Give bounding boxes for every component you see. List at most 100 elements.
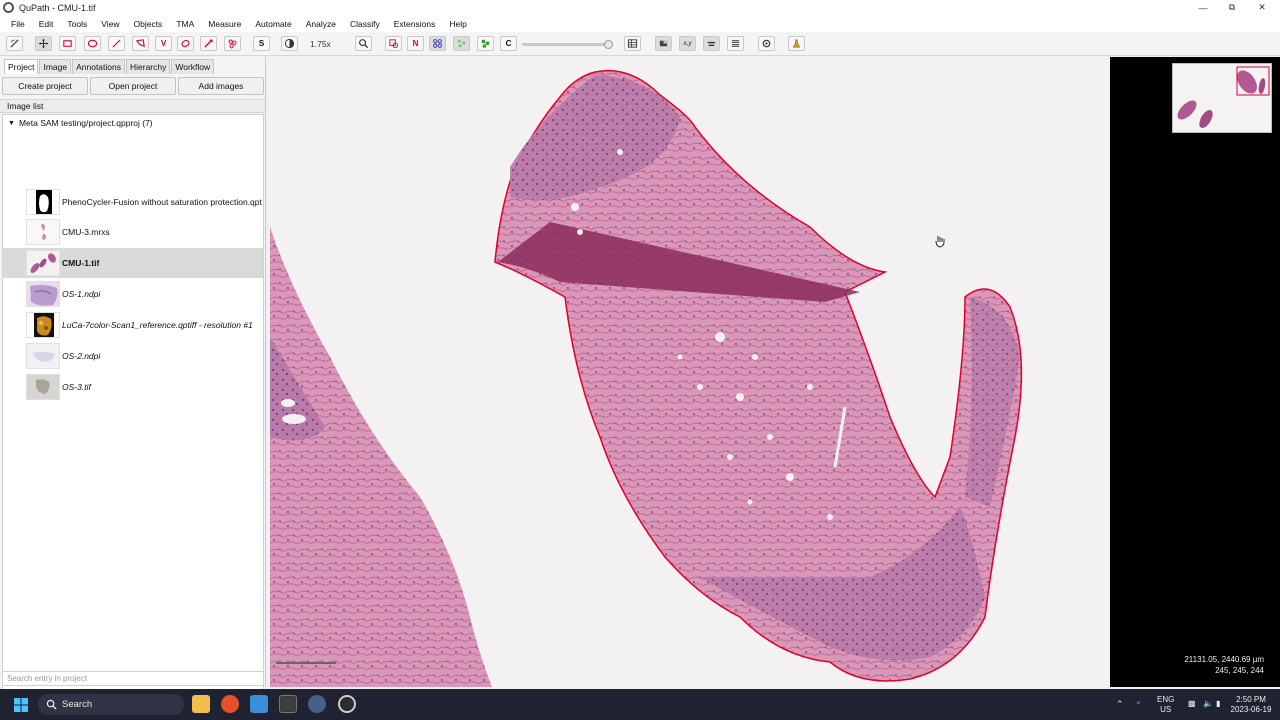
minimize-button[interactable]: — — [1187, 0, 1219, 15]
taskbar-search-label: Search — [62, 699, 93, 710]
menu-extensions[interactable]: Extensions — [387, 19, 443, 29]
menu-analyze[interactable]: Analyze — [299, 19, 343, 29]
show-names-button[interactable]: N — [407, 36, 424, 51]
wand-tool-button[interactable] — [200, 36, 217, 51]
menu-classify[interactable]: Classify — [343, 19, 387, 29]
clock[interactable]: 2:50 PM 2023-06-19 — [1226, 695, 1276, 715]
ellipse-tool-button[interactable] — [84, 36, 101, 51]
list-item[interactable]: OS-1.ndpi — [3, 279, 263, 309]
network-icon[interactable]: ▩ — [1188, 699, 1196, 709]
show-location-button[interactable]: x,y — [679, 36, 696, 51]
image-thumbnail — [26, 281, 60, 307]
menu-tma[interactable]: TMA — [169, 19, 201, 29]
volume-icon[interactable]: 🔈 — [1203, 699, 1213, 709]
polygon-tool-button[interactable] — [132, 36, 149, 51]
image-name: CMU-1.tif — [62, 258, 100, 268]
line-tool-button[interactable] — [108, 36, 125, 51]
brightness-contrast-button[interactable] — [281, 36, 298, 51]
show-connections-button[interactable]: C — [500, 36, 517, 51]
fill-detections-icon — [481, 39, 490, 48]
menu-edit[interactable]: Edit — [32, 19, 61, 29]
brush-tool-button[interactable] — [177, 36, 194, 51]
list-item[interactable]: OS-2.ndpi — [3, 341, 263, 371]
table-icon — [627, 39, 638, 48]
menu-tools[interactable]: Tools — [60, 19, 94, 29]
list-item[interactable]: OS-3.tif — [3, 372, 263, 402]
taskbar-search[interactable]: Search — [38, 694, 184, 715]
menu-automate[interactable]: Automate — [248, 19, 298, 29]
selection-mode-button[interactable]: S — [253, 36, 270, 51]
rectangle-tool-button[interactable] — [59, 36, 76, 51]
show-overview-button[interactable] — [655, 36, 672, 51]
detections-icon — [457, 39, 466, 48]
menu-help[interactable]: Help — [442, 19, 473, 29]
qupath-taskbar-icon[interactable] — [308, 695, 326, 713]
menu-view[interactable]: View — [94, 19, 126, 29]
preferences-button[interactable] — [758, 36, 775, 51]
create-project-button[interactable]: Create project — [2, 77, 88, 95]
tray-overflow-icon[interactable]: ⌃ — [1116, 699, 1124, 709]
image-thumbnail — [26, 312, 60, 338]
move-tool-button[interactable] — [35, 36, 52, 51]
maximize-button[interactable]: ⧉ — [1216, 0, 1248, 15]
image-viewer[interactable]: 21131.05, 2440.69 µm 245, 245, 244 — [270, 57, 1280, 687]
show-scalebar-button[interactable] — [703, 36, 720, 51]
show-annotations-button[interactable] — [385, 36, 402, 51]
polyline-tool-button[interactable]: V — [155, 36, 172, 51]
measurement-table-button[interactable] — [624, 36, 641, 51]
tab-hierarchy[interactable]: Hierarchy — [126, 59, 171, 74]
image-list[interactable]: ▼ Meta SAM testing/project.qpproj (7) Ph… — [2, 114, 264, 719]
windows-start-icon[interactable] — [14, 698, 28, 712]
overview-thumbnail[interactable] — [1172, 63, 1272, 133]
expand-triangle-icon[interactable]: ▼ — [8, 120, 15, 127]
wand-icon — [204, 39, 213, 48]
photos-icon[interactable] — [250, 695, 268, 713]
project-name: Meta SAM testing/project.qpproj (7) — [18, 118, 153, 128]
move-icon — [38, 38, 49, 49]
fill-detections-button[interactable] — [477, 36, 494, 51]
obs-recording-icon[interactable] — [338, 695, 356, 713]
menu-measure[interactable]: Measure — [201, 19, 248, 29]
points-icon — [228, 39, 237, 49]
project-node[interactable]: ▼ Meta SAM testing/project.qpproj (7) — [8, 118, 153, 128]
search-icon — [46, 699, 57, 710]
tab-workflow[interactable]: Workflow — [171, 59, 215, 74]
tab-annotations[interactable]: Annotations — [72, 59, 125, 74]
toolbar: V S 1.75x N C x,y — [0, 32, 1280, 56]
log-button[interactable] — [788, 36, 805, 51]
list-item[interactable]: LuCa-7color-Scan1_reference.qptiff - res… — [3, 310, 263, 340]
open-project-button[interactable]: Open project — [90, 77, 176, 95]
show-grid-button[interactable] — [727, 36, 744, 51]
window-title: QuPath - CMU-1.tif — [19, 2, 96, 13]
project-search-input[interactable]: Search entry in project — [2, 671, 264, 686]
magnifier-icon — [359, 39, 369, 49]
list-item[interactable]: PhenoCycler-Fusion without saturation pr… — [3, 187, 263, 217]
tab-image[interactable]: Image — [39, 59, 72, 74]
menu-file[interactable]: File — [4, 19, 32, 29]
slider-knob[interactable] — [604, 40, 613, 49]
add-images-button[interactable]: Add images — [178, 77, 264, 95]
zoom-to-fit-button[interactable] — [355, 36, 372, 51]
points-tool-button[interactable] — [224, 36, 241, 51]
file-explorer-icon[interactable] — [192, 695, 210, 713]
language-indicator[interactable]: ENG US — [1157, 695, 1174, 715]
list-item[interactable]: CMU-3.mrxs — [3, 217, 263, 247]
firefox-icon[interactable] — [221, 695, 239, 713]
show-analysis-pane-button[interactable] — [6, 36, 23, 51]
line-icon — [112, 39, 121, 48]
tab-project[interactable]: Project — [4, 59, 39, 74]
tma-grid-icon — [433, 39, 442, 48]
opacity-slider[interactable] — [522, 40, 613, 49]
cursor-coordinates: 21131.05, 2440.69 µm — [1184, 655, 1264, 664]
terminal-icon[interactable] — [279, 695, 297, 713]
tray-app-icon[interactable]: ● — [1136, 698, 1141, 708]
battery-icon[interactable]: ▮ — [1216, 699, 1220, 709]
list-item-selected[interactable]: CMU-1.tif — [3, 248, 263, 278]
close-button[interactable]: ✕ — [1246, 0, 1278, 15]
flask-icon — [792, 39, 801, 48]
show-tma-grid-button[interactable] — [429, 36, 446, 51]
show-detections-button[interactable] — [453, 36, 470, 51]
project-buttons: Create project Open project Add images — [2, 77, 264, 95]
image-name: PhenoCycler-Fusion without saturation pr… — [62, 197, 262, 207]
menu-objects[interactable]: Objects — [126, 19, 169, 29]
